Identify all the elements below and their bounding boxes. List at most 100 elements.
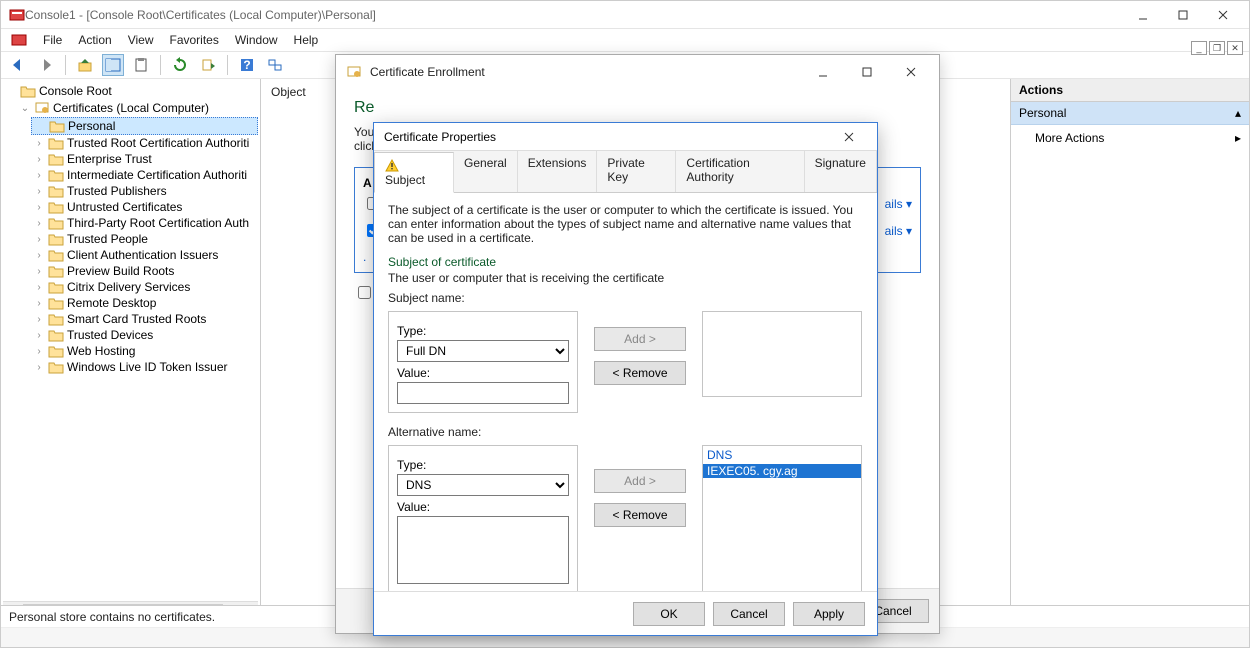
- tree-item-label: Web Hosting: [67, 344, 135, 358]
- tree-item[interactable]: ›Intermediate Certification Authoriti: [31, 167, 258, 183]
- tree-item[interactable]: ›Smart Card Trusted Roots: [31, 311, 258, 327]
- tab-private-key[interactable]: Private Key: [597, 151, 676, 192]
- menu-action[interactable]: Action: [78, 33, 111, 47]
- apply-button[interactable]: Apply: [793, 602, 865, 626]
- tree-item[interactable]: ›Trusted Devices: [31, 327, 258, 343]
- collapse-icon[interactable]: ▴: [1235, 106, 1241, 120]
- tree-item[interactable]: Personal: [31, 117, 258, 135]
- mdi-close-button[interactable]: ✕: [1227, 41, 1243, 55]
- tab-general[interactable]: General: [454, 151, 518, 192]
- mdi-minimize-button[interactable]: _: [1191, 41, 1207, 55]
- scroll-thumb[interactable]: [23, 604, 223, 606]
- actions-more[interactable]: More Actions ▸: [1011, 125, 1249, 151]
- tree-item[interactable]: ›Enterprise Trust: [31, 151, 258, 167]
- folder-icon: [20, 84, 36, 98]
- expander-icon[interactable]: ›: [33, 362, 45, 373]
- tree-root-label: Console Root: [39, 84, 112, 98]
- enrollment-minimize-button[interactable]: [805, 60, 841, 84]
- tab-ca[interactable]: Certification Authority: [676, 151, 804, 192]
- details-link[interactable]: ails: [885, 197, 912, 211]
- folder-icon: [48, 264, 64, 278]
- enrollment-close-button[interactable]: [893, 60, 929, 84]
- tree-item[interactable]: › Web Hosting: [31, 343, 258, 359]
- tree-item[interactable]: ›Trusted Root Certification Authoriti: [31, 135, 258, 151]
- alt-list-item[interactable]: IEXEC05. cgy.ag: [703, 464, 861, 478]
- tree-horizontal-scrollbar[interactable]: ◂ ▸: [3, 601, 258, 605]
- tree-root[interactable]: Console Root: [3, 83, 258, 99]
- export-button[interactable]: [197, 54, 219, 76]
- expander-icon[interactable]: ›: [33, 314, 45, 325]
- expander-icon[interactable]: ›: [33, 330, 45, 341]
- clipboard-button[interactable]: [130, 54, 152, 76]
- show-all-checkbox[interactable]: [358, 286, 371, 299]
- mdi-restore-button[interactable]: ❐: [1209, 41, 1225, 55]
- forward-button[interactable]: [35, 54, 57, 76]
- actions-section-personal[interactable]: Personal ▴: [1011, 102, 1249, 125]
- tree-item[interactable]: ›Trusted Publishers: [31, 183, 258, 199]
- tree-item[interactable]: ›Client Authentication Issuers: [31, 247, 258, 263]
- ok-button[interactable]: OK: [633, 602, 705, 626]
- tree-certs[interactable]: ⌄ Certificates (Local Computer): [17, 99, 258, 117]
- show-tree-button[interactable]: [102, 54, 124, 76]
- subject-list[interactable]: [702, 311, 862, 397]
- up-button[interactable]: [74, 54, 96, 76]
- subject-remove-button[interactable]: < Remove: [594, 361, 686, 385]
- tree-item[interactable]: ›Windows Live ID Token Issuer: [31, 359, 258, 375]
- enrollment-maximize-button[interactable]: [849, 60, 885, 84]
- tree-item[interactable]: ›Preview Build Roots: [31, 263, 258, 279]
- cancel-button[interactable]: Cancel: [713, 602, 785, 626]
- expander-icon[interactable]: ›: [33, 202, 45, 213]
- close-button[interactable]: [1205, 3, 1241, 27]
- expander-icon[interactable]: ›: [33, 218, 45, 229]
- actions-more-label: More Actions: [1035, 131, 1104, 145]
- tree-item[interactable]: ›Third-Party Root Certification Auth: [31, 215, 258, 231]
- alt-type-select[interactable]: DNS: [397, 474, 569, 496]
- tab-signature[interactable]: Signature: [805, 151, 877, 192]
- tab-subject[interactable]: Subject: [374, 152, 454, 193]
- menu-favorites[interactable]: Favorites: [170, 33, 219, 47]
- properties-body: The subject of a certificate is the user…: [374, 193, 877, 603]
- menu-view[interactable]: View: [128, 33, 154, 47]
- tree-item[interactable]: ›Trusted People: [31, 231, 258, 247]
- expander-icon[interactable]: ›: [33, 170, 45, 181]
- expander-icon[interactable]: ›: [33, 266, 45, 277]
- menu-window[interactable]: Window: [235, 33, 278, 47]
- alt-add-button[interactable]: Add >: [594, 469, 686, 493]
- expander-icon[interactable]: ›: [33, 186, 45, 197]
- expander-icon[interactable]: ›: [33, 154, 45, 165]
- tree-item[interactable]: ›Remote Desktop: [31, 295, 258, 311]
- expander-icon[interactable]: ›: [33, 138, 45, 149]
- alt-list-category: DNS: [703, 446, 861, 464]
- expander-icon[interactable]: ›: [33, 346, 45, 357]
- minimize-button[interactable]: [1125, 3, 1161, 27]
- expander-icon[interactable]: ›: [33, 298, 45, 309]
- folder-icon: [48, 136, 64, 150]
- tree-pane[interactable]: Console Root ⌄ Certificates (Local Compu…: [1, 79, 261, 605]
- subject-name-group: Type: Full DN Value:: [388, 311, 578, 413]
- expander-icon[interactable]: ›: [33, 234, 45, 245]
- back-button[interactable]: [7, 54, 29, 76]
- learn-more-link[interactable]: .: [363, 250, 366, 264]
- scroll-right-icon[interactable]: ▸: [242, 604, 258, 605]
- menu-file[interactable]: File: [43, 33, 62, 47]
- tab-extensions[interactable]: Extensions: [518, 151, 598, 192]
- tree-item[interactable]: ›Untrusted Certificates: [31, 199, 258, 215]
- subject-add-button[interactable]: Add >: [594, 327, 686, 351]
- scroll-left-icon[interactable]: ◂: [3, 604, 19, 605]
- alt-value-input[interactable]: [397, 516, 569, 584]
- maximize-button[interactable]: [1165, 3, 1201, 27]
- details-link[interactable]: ails: [885, 224, 912, 238]
- menu-help[interactable]: Help: [294, 33, 319, 47]
- expander-icon[interactable]: ›: [33, 250, 45, 261]
- subject-value-input[interactable]: [397, 382, 569, 404]
- properties-close-button[interactable]: [831, 125, 867, 149]
- help-button[interactable]: ?: [236, 54, 258, 76]
- window-list-button[interactable]: [264, 54, 286, 76]
- expander-icon[interactable]: ⌄: [19, 103, 31, 114]
- alt-list[interactable]: DNS IEXEC05. cgy.ag ◂ ▸: [702, 445, 862, 603]
- alt-remove-button[interactable]: < Remove: [594, 503, 686, 527]
- refresh-button[interactable]: [169, 54, 191, 76]
- tree-item[interactable]: ›Citrix Delivery Services: [31, 279, 258, 295]
- subject-type-select[interactable]: Full DN: [397, 340, 569, 362]
- expander-icon[interactable]: ›: [33, 282, 45, 293]
